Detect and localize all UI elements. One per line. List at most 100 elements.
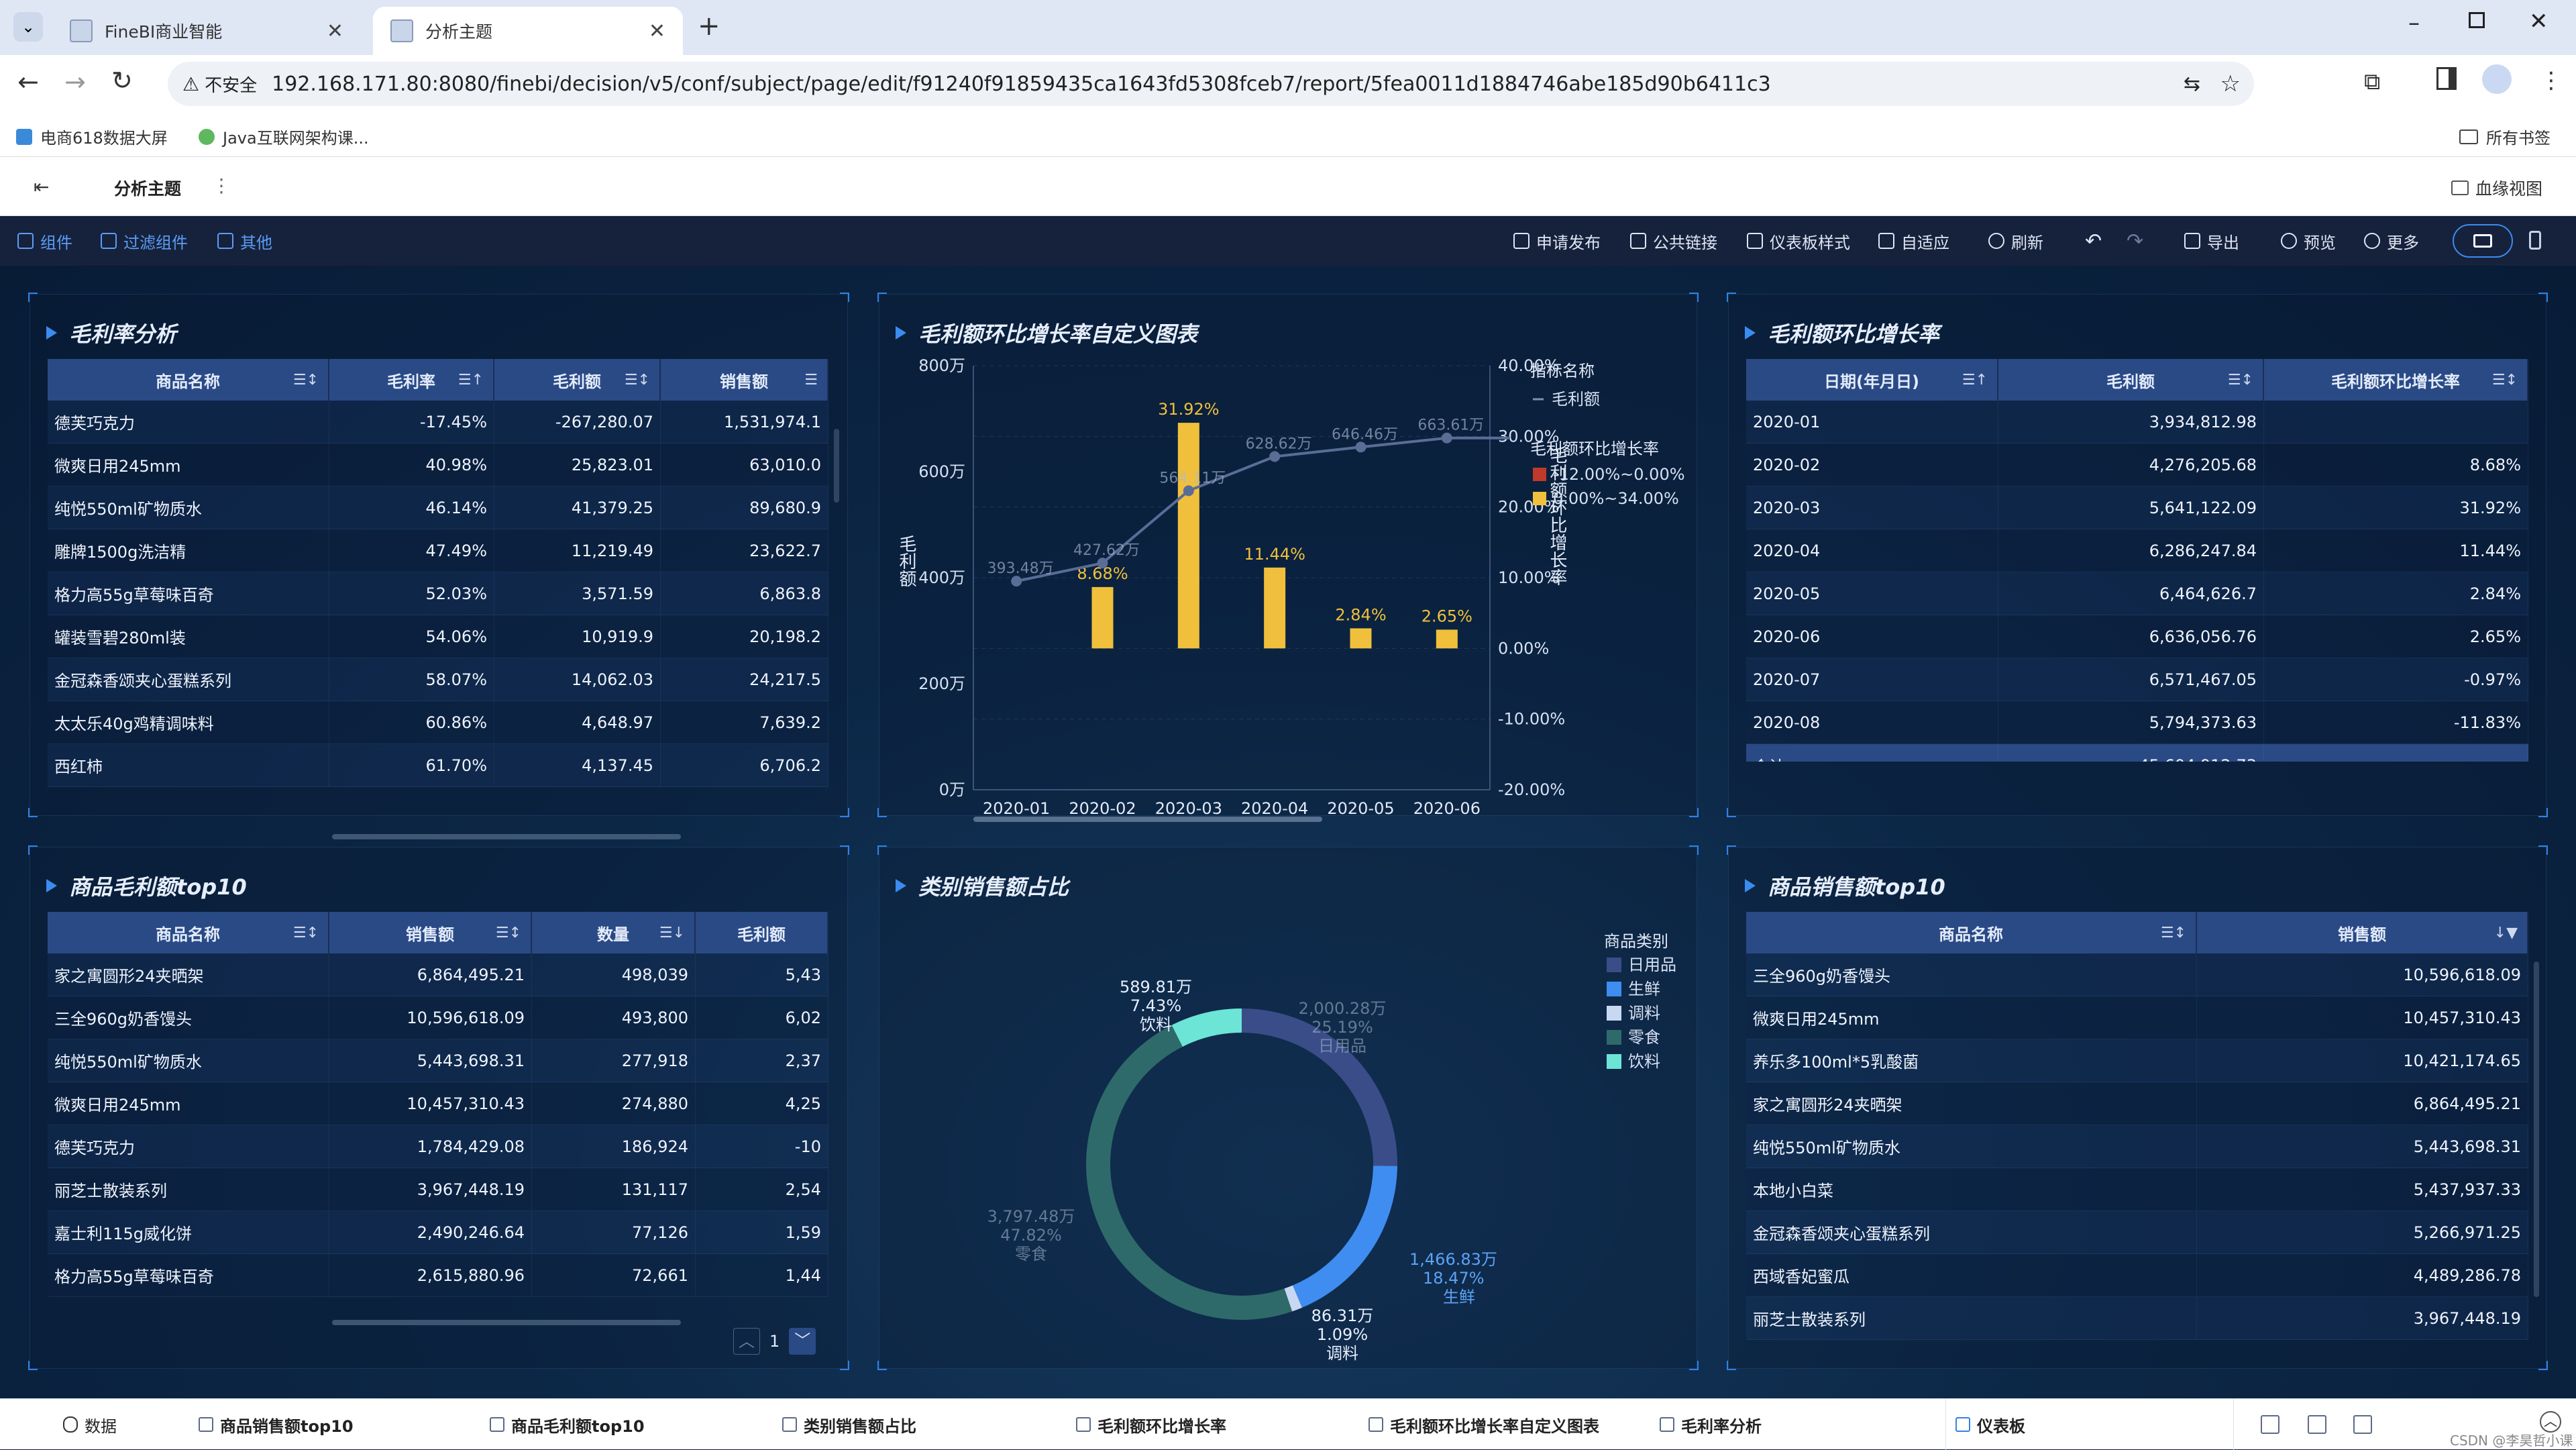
profile-avatar[interactable] bbox=[2482, 64, 2512, 94]
publish-button[interactable]: 申请发布 bbox=[1513, 216, 1601, 266]
adaptive-button[interactable]: 自适应 bbox=[1878, 216, 1949, 266]
panel-category-share[interactable]: 类别销售额占比 2,000.28万 25.19% 日用品 1,466.83万 18.47… bbox=[879, 847, 1697, 1369]
column-header[interactable]: 日期(年月日) ☰↑ bbox=[1746, 359, 1998, 401]
panel-sales-top10[interactable]: 商品销售额top10 商品名称 ☰↕ 销售额 ↓▼ 三全960g奶香馒头 10,596… bbox=[1728, 847, 2546, 1369]
panel-profit-growth-chart[interactable]: 毛利额环比增长率自定义图表 0万 200万 400万 600万 800万 -20.00% -… bbox=[879, 294, 1697, 822]
exit-icon[interactable]: ⇤ bbox=[34, 176, 49, 198]
mobile-view-icon[interactable] bbox=[2529, 231, 2541, 250]
redo-icon[interactable]: ↷ bbox=[2127, 229, 2143, 253]
bookmark-star-icon[interactable]: ☆ bbox=[2220, 70, 2241, 97]
export-button[interactable]: 导出 bbox=[2184, 216, 2239, 266]
tab-growth-table[interactable]: 毛利额环比增长率 bbox=[1076, 1399, 1226, 1450]
table-row[interactable]: 三全960g奶香馒头 10,596,618.09 bbox=[1746, 953, 2528, 996]
browser-tab-active[interactable]: 分析主题 ✕ bbox=[373, 7, 683, 55]
new-tab-button[interactable]: + bbox=[698, 11, 720, 42]
table-row[interactable]: 家之寓圆形24夹晒架 6,864,495.21 498,039 5,43 bbox=[48, 953, 828, 996]
table-row[interactable]: 嘉士利115g威化饼 2,490,246.64 77,126 1,59 bbox=[48, 1211, 828, 1254]
forward-icon[interactable]: → bbox=[64, 67, 86, 97]
tab-close-icon[interactable]: ✕ bbox=[327, 19, 343, 43]
filter-component-button[interactable]: 过滤组件 bbox=[101, 216, 188, 266]
table-row[interactable]: 德芙巧克力 1,784,429.08 186,924 -10 bbox=[48, 1125, 828, 1168]
collapse-icon[interactable]: ︿ bbox=[2540, 1411, 2561, 1433]
all-bookmarks[interactable]: 所有书签 bbox=[2459, 125, 2551, 148]
table-row[interactable]: 养乐多100ml*5乳酸菌 10,421,174.65 bbox=[1746, 1039, 2528, 1082]
sort-icon[interactable]: ☰↕ bbox=[293, 372, 319, 389]
reload-icon[interactable]: ↻ bbox=[111, 66, 133, 95]
table-row[interactable]: 2020-02 4,276,205.68 8.68% bbox=[1746, 444, 2528, 486]
desktop-view-toggle[interactable] bbox=[2453, 224, 2513, 258]
table-row[interactable]: 2020-05 6,464,626.7 2.84% bbox=[1746, 572, 2528, 615]
tab-close-icon[interactable]: ✕ bbox=[649, 19, 665, 43]
sort-icon[interactable]: ☰↕ bbox=[496, 925, 521, 941]
table-row[interactable]: 金冠森香颂夹心蛋糕系列 58.07% 14,062.03 24,217.5 bbox=[48, 658, 828, 701]
back-icon[interactable]: ← bbox=[17, 67, 39, 97]
sort-icon[interactable]: ☰ bbox=[804, 372, 818, 389]
table-row[interactable]: 本地小白菜 5,437,937.33 bbox=[1746, 1168, 2528, 1211]
sort-icon[interactable]: ☰↕ bbox=[2161, 925, 2186, 941]
sidepanel-icon[interactable] bbox=[2436, 67, 2457, 90]
bookmark-item[interactable]: 电商618数据大屏 bbox=[16, 125, 168, 148]
column-header[interactable]: 毛利率 ☰↑ bbox=[329, 359, 494, 401]
browser-tab-finebi[interactable]: FineBI商业智能 ✕ bbox=[52, 7, 361, 55]
add-component-icon[interactable] bbox=[2308, 1415, 2326, 1434]
table-row[interactable]: 2020-01 3,934,812.98 bbox=[1746, 401, 2528, 444]
table-row[interactable]: 三全960g奶香馒头 10,596,618.09 493,800 6,02 bbox=[48, 996, 828, 1039]
minimize-button[interactable]: – bbox=[2408, 9, 2420, 36]
tab-profit-top10[interactable]: 商品毛利额top10 bbox=[490, 1399, 645, 1450]
tab-data[interactable]: 数据 bbox=[63, 1399, 117, 1450]
translate-icon[interactable]: ⇆ bbox=[2184, 72, 2200, 96]
dashboard-style-button[interactable]: 仪表板样式 bbox=[1747, 216, 1850, 266]
table-row[interactable]: 金冠森香颂夹心蛋糕系列 5,266,971.25 bbox=[1746, 1211, 2528, 1254]
table-row[interactable]: 家之寓圆形24夹晒架 6,864,495.21 bbox=[1746, 1082, 2528, 1125]
table-row[interactable]: 微爽日用245mm 10,457,310.43 274,880 4,25 bbox=[48, 1082, 828, 1125]
tab-list-button[interactable]: ⌄ bbox=[13, 12, 43, 42]
tab-sales-top10[interactable]: 商品销售额top10 bbox=[199, 1399, 354, 1450]
table-row[interactable]: 格力高55g草莓味百奇 52.03% 3,571.59 6,863.8 bbox=[48, 572, 828, 615]
add-story-icon[interactable] bbox=[2353, 1415, 2372, 1434]
prev-page-button[interactable]: ︿ bbox=[733, 1328, 760, 1355]
table-row[interactable]: 太太乐40g鸡精调味料 60.86% 4,648.97 7,639.2 bbox=[48, 701, 828, 744]
table-row[interactable]: 微爽日用245mm 40.98% 25,823.01 63,010.0 bbox=[48, 444, 828, 486]
table-row[interactable]: 格力高55g草莓味百奇 2,615,880.96 72,661 1,44 bbox=[48, 1254, 828, 1297]
column-header[interactable]: 商品名称 ☰↕ bbox=[48, 359, 329, 401]
vertical-scrollbar[interactable] bbox=[834, 429, 839, 503]
preview-button[interactable]: 预览 bbox=[2281, 216, 2336, 266]
tab-margin-analysis[interactable]: 毛利率分析 bbox=[1660, 1399, 1762, 1450]
column-header[interactable]: 毛利额环比增长率 ☰↕ bbox=[2264, 359, 2528, 401]
table-row[interactable]: 2020-04 6,286,247.84 11.44% bbox=[1746, 529, 2528, 572]
sort-icon[interactable]: ☰↕ bbox=[2228, 372, 2253, 389]
menu-icon[interactable]: ⋮ bbox=[2540, 67, 2563, 94]
close-window-button[interactable]: ✕ bbox=[2529, 8, 2548, 35]
url-field[interactable]: ⚠ 不安全 192.168.171.80:8080/finebi/decisio… bbox=[168, 62, 2254, 106]
table-row[interactable]: 纯悦550ml矿物质水 5,443,698.31 bbox=[1746, 1125, 2528, 1168]
sort-icon[interactable]: ↓▼ bbox=[2494, 925, 2518, 941]
table-row[interactable]: 2020-03 5,641,122.09 31.92% bbox=[1746, 486, 2528, 529]
sort-icon[interactable]: ☰↕ bbox=[293, 925, 319, 941]
table-row[interactable]: 微爽日用245mm 10,457,310.43 bbox=[1746, 996, 2528, 1039]
column-header[interactable]: 毛利额 bbox=[696, 912, 828, 953]
sort-icon[interactable]: ☰↕ bbox=[625, 372, 650, 389]
table-row[interactable]: 西红柿 61.70% 4,137.45 6,706.2 bbox=[48, 744, 828, 787]
chart-scrollbar[interactable] bbox=[973, 817, 1322, 822]
table-row[interactable]: 丽芝士散装系列 3,967,448.19 bbox=[1746, 1297, 2528, 1340]
next-page-button[interactable]: ﹀ bbox=[789, 1328, 816, 1355]
tab-growth-chart[interactable]: 毛利额环比增长率自定义图表 bbox=[1368, 1399, 1599, 1450]
sort-icon[interactable]: ☰↑ bbox=[458, 372, 484, 389]
bookmark-item[interactable]: Java互联网架构课... bbox=[199, 125, 369, 148]
column-header[interactable]: 商品名称 ☰↕ bbox=[48, 912, 329, 953]
column-header[interactable]: 商品名称 ☰↕ bbox=[1746, 912, 2197, 953]
public-link-button[interactable]: 公共链接 bbox=[1630, 216, 1717, 266]
sort-icon[interactable]: ☰↑ bbox=[1962, 372, 1988, 389]
table-row[interactable]: 2020-08 5,794,373.63 -11.83% bbox=[1746, 701, 2528, 744]
table-row[interactable]: 德芙巧克力 -17.45% -267,280.07 1,531,974.1 bbox=[48, 401, 828, 444]
extensions-icon[interactable]: ⧉ bbox=[2364, 68, 2380, 95]
panel-growth-table[interactable]: 毛利额环比增长率 日期(年月日) ☰↑ 毛利额 ☰↕ 毛利额环比增长率 ☰↕ 2020… bbox=[1728, 294, 2546, 816]
add-dashboard-icon[interactable] bbox=[2261, 1415, 2279, 1434]
more-options-icon[interactable]: ⋮ bbox=[212, 174, 231, 197]
refresh-button[interactable]: 刷新 bbox=[1988, 216, 2043, 266]
sort-icon[interactable]: ☰↓ bbox=[659, 925, 685, 941]
table-row[interactable]: 纯悦550ml矿物质水 5,443,698.31 277,918 2,37 bbox=[48, 1039, 828, 1082]
table-row[interactable]: 罐装雪碧280ml装 54.06% 10,919.9 20,198.2 bbox=[48, 615, 828, 658]
horizontal-scrollbar[interactable] bbox=[332, 834, 681, 839]
column-header[interactable]: 销售额 ↓▼ bbox=[2197, 912, 2528, 953]
